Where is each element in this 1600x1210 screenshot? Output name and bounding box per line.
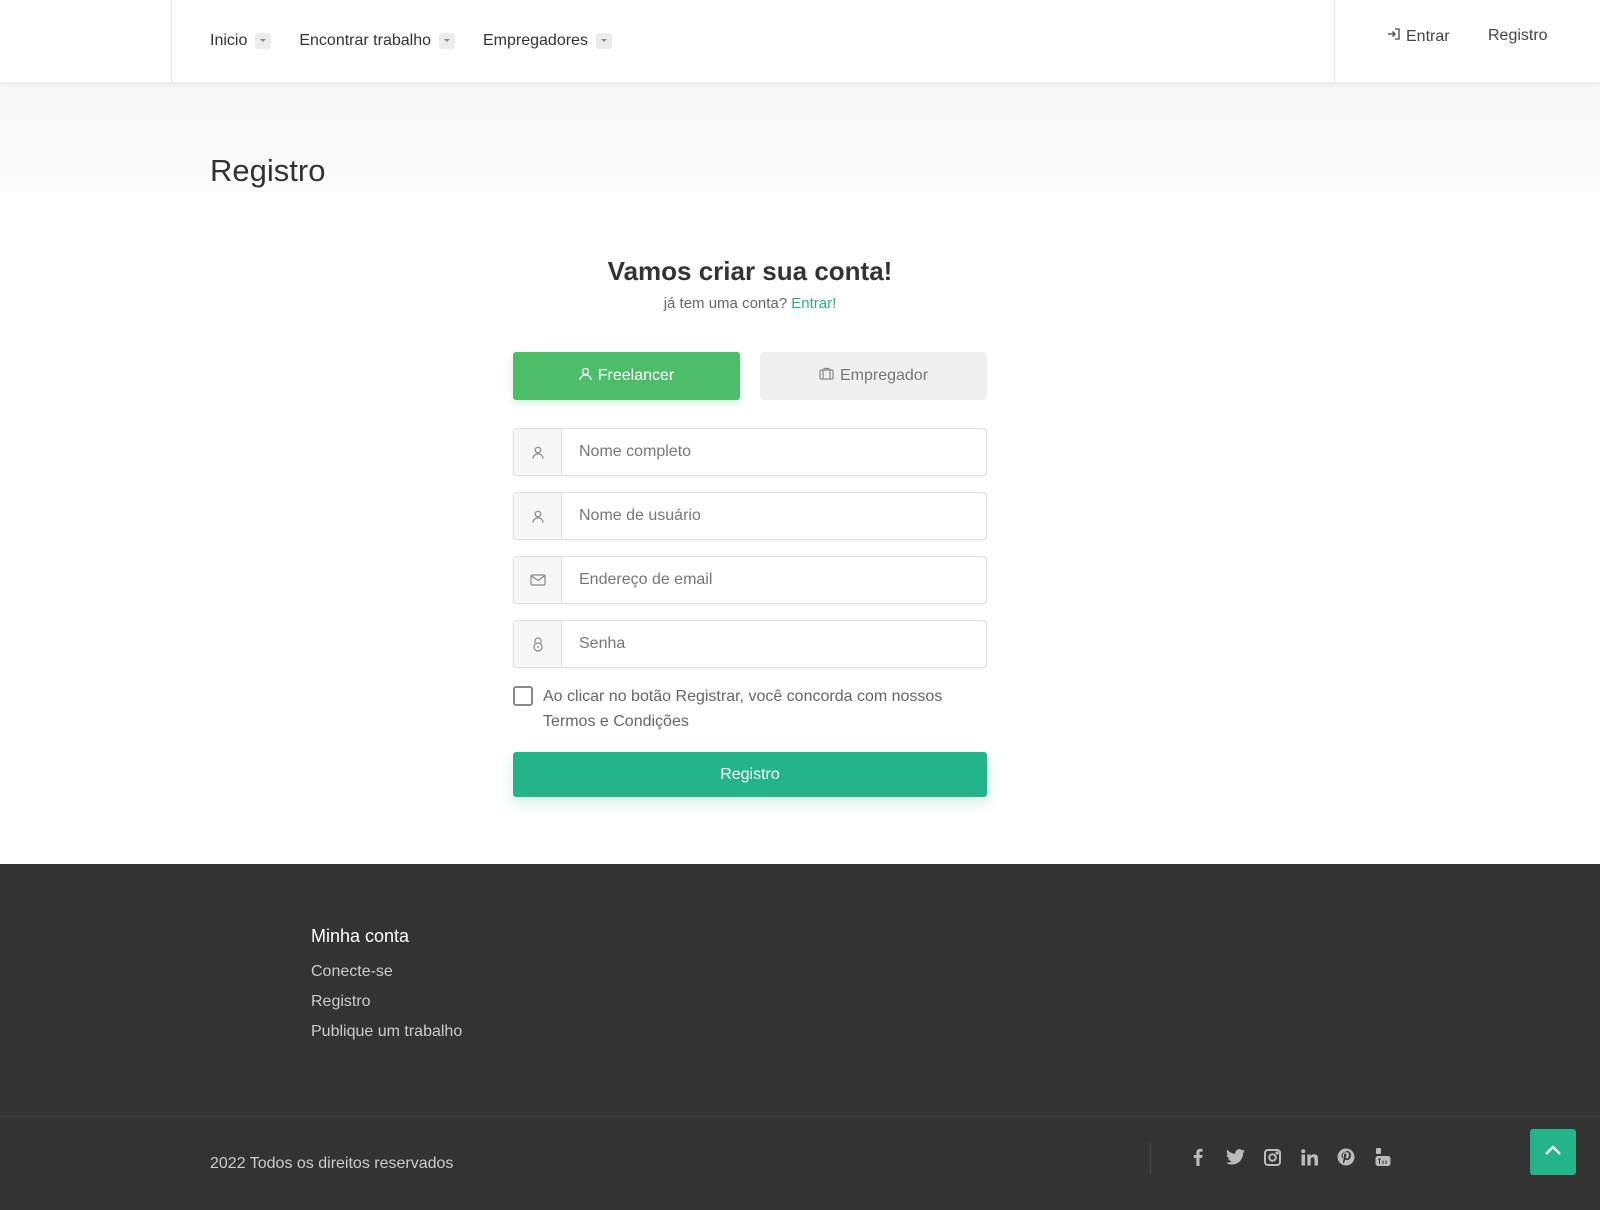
social-separator xyxy=(1150,1142,1151,1174)
email-field xyxy=(513,556,987,604)
login-label: Entrar xyxy=(1406,27,1450,45)
page-title: Registro xyxy=(210,153,326,188)
register-label: Registro xyxy=(1488,27,1548,44)
terms-row: Ao clicar no botão Registrar, você conco… xyxy=(513,684,987,734)
site-footer: Minha conta Conecte-se Registro Publique… xyxy=(0,864,1600,1210)
footer-divider xyxy=(0,1116,1600,1117)
nav-item-label: Empregadores xyxy=(483,32,588,49)
login-icon xyxy=(1387,27,1401,46)
footer-heading: Minha conta xyxy=(311,926,410,946)
password-field xyxy=(513,620,987,668)
copyright-text: 2022 Todos os direitos reservados xyxy=(210,1155,454,1172)
nav-item-inicio[interactable]: Inicio xyxy=(210,32,272,50)
logo-area xyxy=(0,0,172,82)
register-form: Vamos criar sua conta! já tem uma conta?… xyxy=(513,256,987,797)
user-icon xyxy=(514,493,562,539)
footer-link-register[interactable]: Registro xyxy=(311,993,462,1011)
register-link[interactable]: Registro xyxy=(1488,27,1548,45)
twitter-icon[interactable] xyxy=(1224,1146,1246,1168)
lock-icon xyxy=(514,621,562,667)
account-type-tabs: Freelancer Empregador xyxy=(513,352,987,400)
tab-freelancer[interactable]: Freelancer xyxy=(513,352,740,400)
youtube-icon[interactable] xyxy=(1372,1146,1394,1168)
facebook-icon[interactable] xyxy=(1187,1146,1209,1168)
register-submit-button[interactable]: Registro xyxy=(513,752,987,797)
chevron-down-icon xyxy=(595,33,612,49)
nav-item-label: Inicio xyxy=(210,32,248,49)
chevron-down-icon xyxy=(439,33,455,49)
user-icon xyxy=(514,429,562,475)
email-input[interactable] xyxy=(562,557,986,603)
form-heading: Vamos criar sua conta! xyxy=(607,256,893,286)
nav-item-empregadores[interactable]: Empregadores xyxy=(483,32,612,50)
tab-empregador[interactable]: Empregador xyxy=(760,352,987,400)
footer-account-column: Minha conta Conecte-se Registro Publique… xyxy=(311,926,462,1053)
chevron-down-icon xyxy=(255,33,272,49)
linkedin-icon[interactable] xyxy=(1298,1146,1320,1168)
nav-item-label: Encontrar trabalho xyxy=(299,32,431,49)
briefcase-icon xyxy=(819,367,834,385)
site-header: Inicio Encontrar trabalho Empregadores E… xyxy=(0,0,1600,82)
main-nav: Inicio Encontrar trabalho Empregadores xyxy=(210,0,612,82)
terms-text: Ao clicar no botão Registrar, você conco… xyxy=(543,688,943,730)
header-account-area: Entrar Registro xyxy=(1334,0,1600,82)
terms-checkbox[interactable] xyxy=(513,686,533,706)
subtitle-text: já tem uma conta? xyxy=(663,295,788,312)
nav-item-encontrar-trabalho[interactable]: Encontrar trabalho xyxy=(299,32,455,50)
instagram-icon[interactable] xyxy=(1261,1146,1283,1168)
login-link[interactable]: Entrar xyxy=(1387,27,1450,46)
pinterest-icon[interactable] xyxy=(1335,1146,1357,1168)
tab-label: Freelancer xyxy=(597,367,675,384)
fullname-input[interactable] xyxy=(562,429,986,475)
user-icon xyxy=(579,367,592,386)
login-inline-link[interactable]: Entrar! xyxy=(791,295,836,312)
footer-link-post-job[interactable]: Publique um trabalho xyxy=(311,1023,462,1041)
chevron-up-icon xyxy=(1544,1143,1562,1161)
social-links xyxy=(1187,1146,1394,1168)
password-input[interactable] xyxy=(562,621,986,667)
mail-icon xyxy=(514,557,562,603)
back-to-top-button[interactable] xyxy=(1530,1129,1576,1175)
footer-link-login[interactable]: Conecte-se xyxy=(311,963,462,981)
fullname-field xyxy=(513,428,987,476)
username-field xyxy=(513,492,987,540)
form-subtitle: já tem uma conta? Entrar! xyxy=(513,295,987,312)
tab-label: Empregador xyxy=(839,367,929,384)
username-input[interactable] xyxy=(562,493,986,539)
